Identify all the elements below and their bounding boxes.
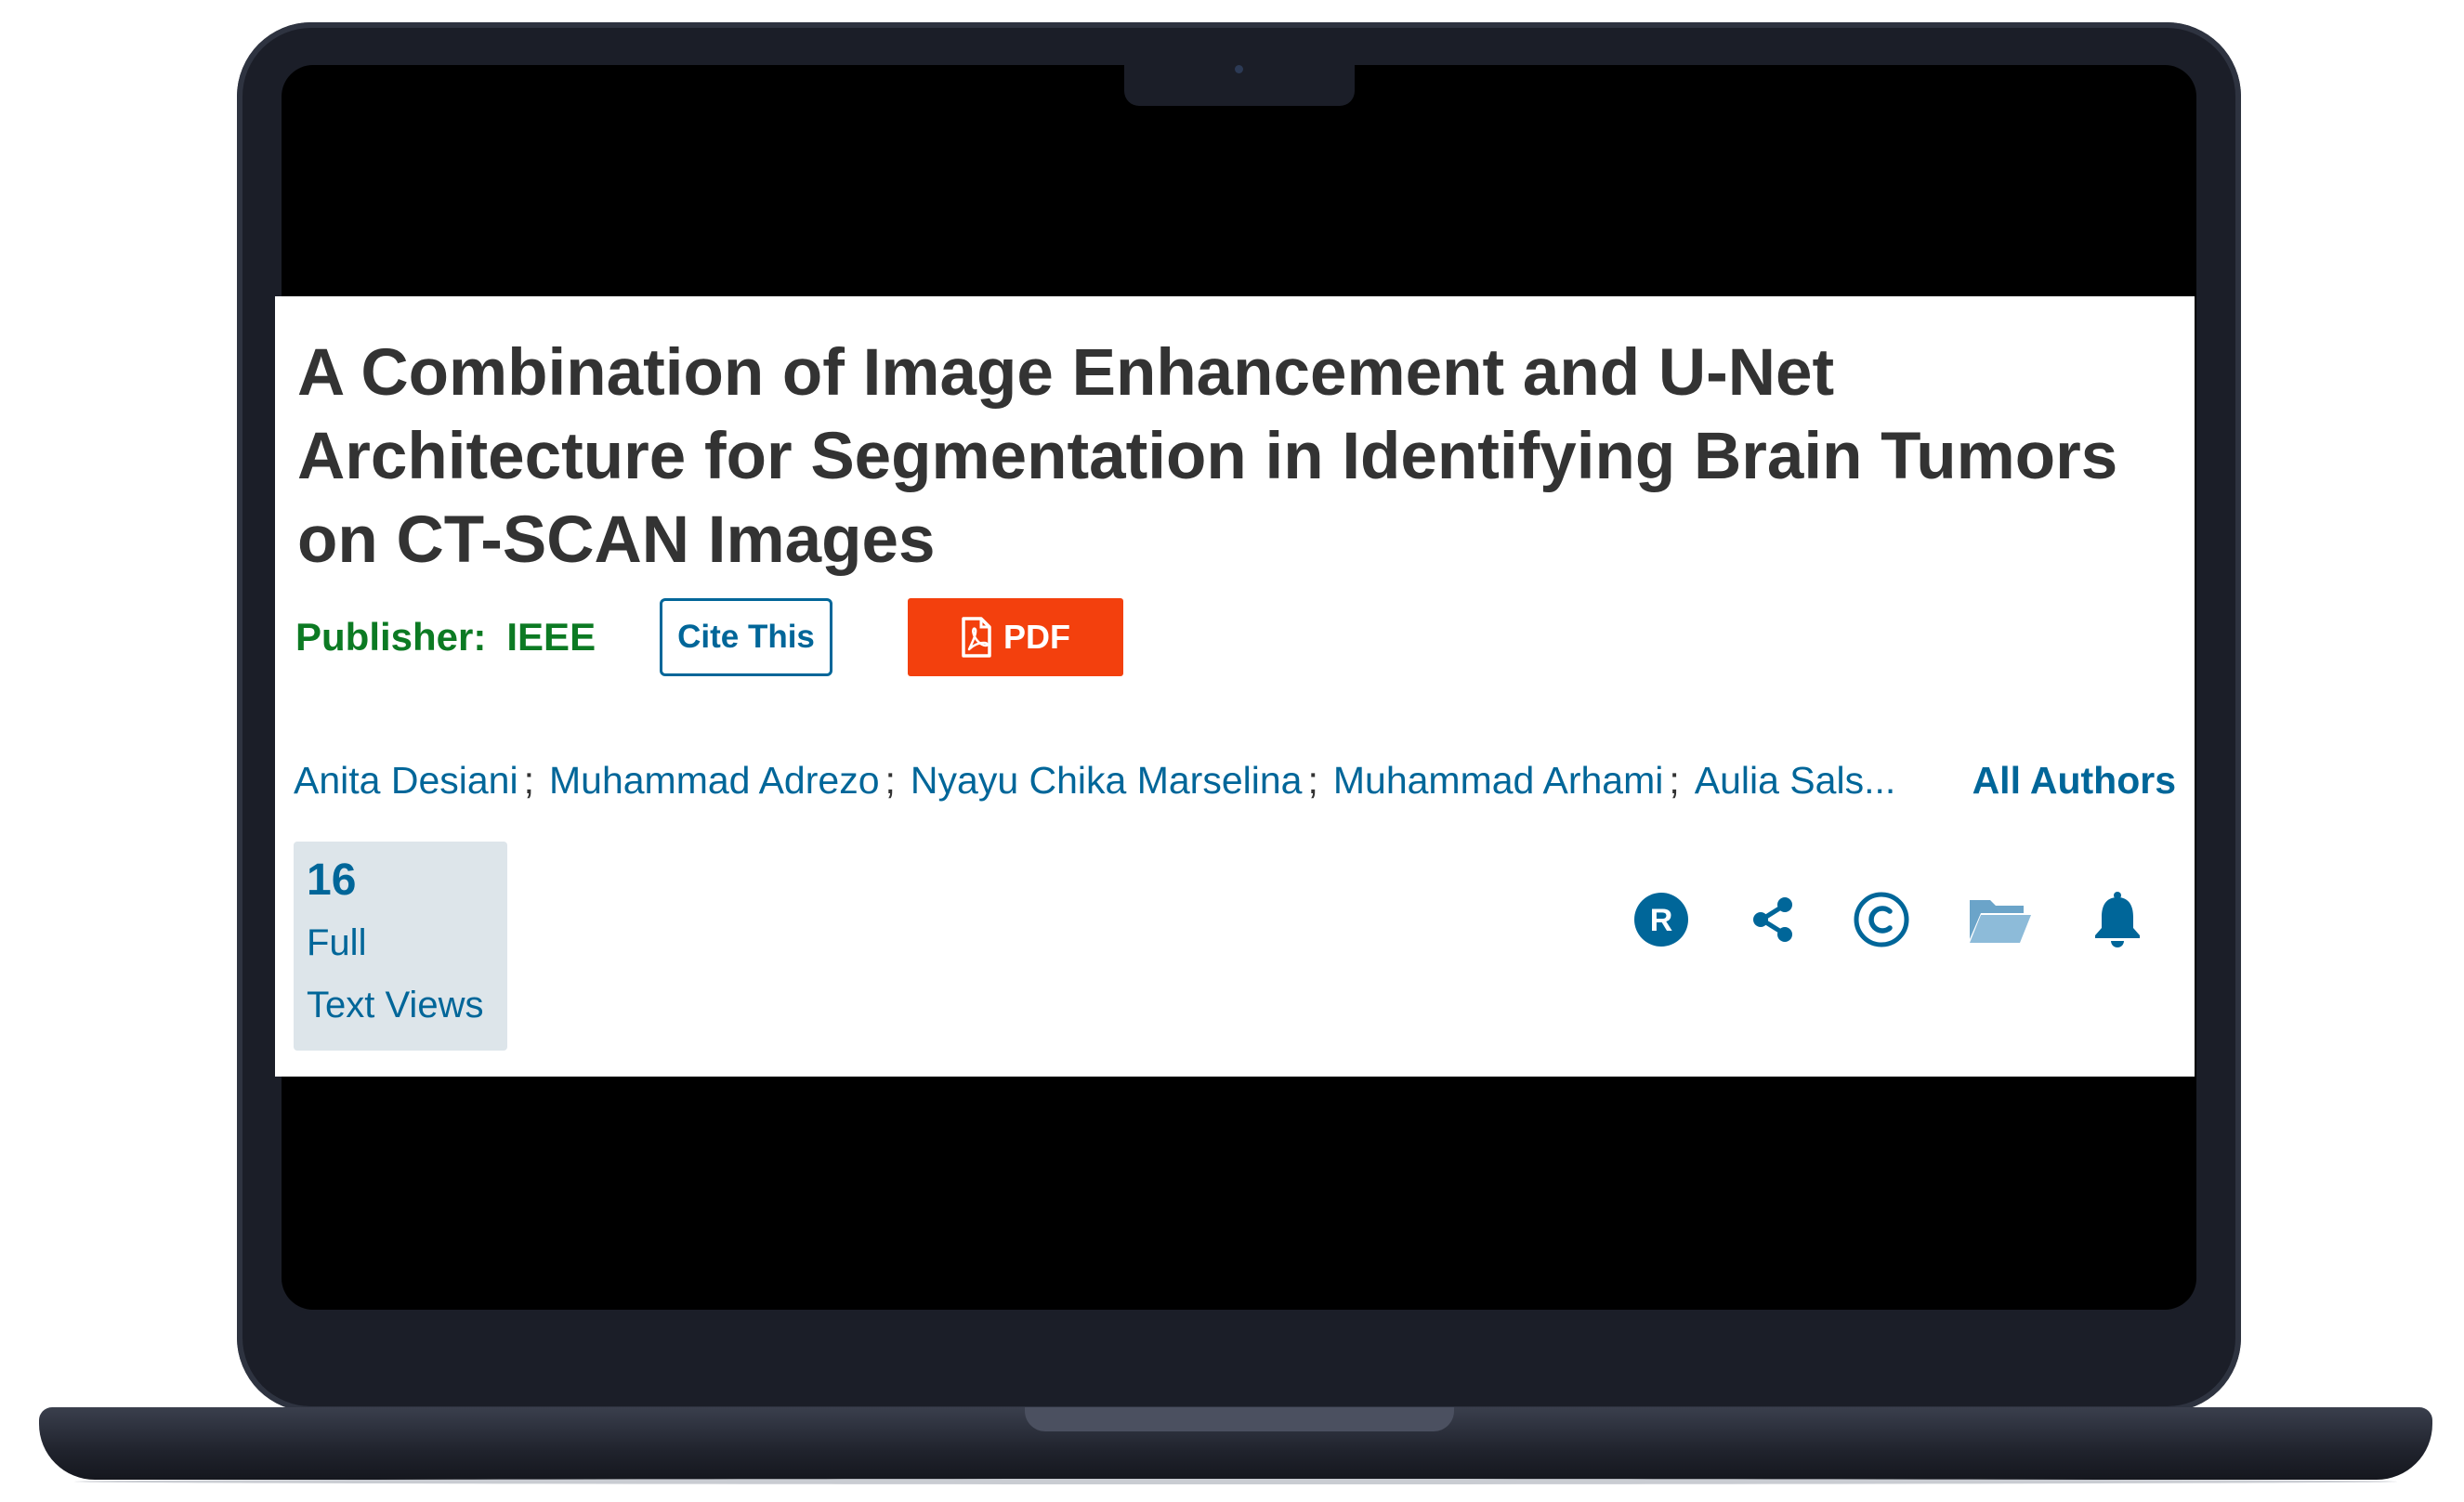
author-link[interactable]: Muhammad Arhami [1333, 759, 1663, 802]
pdf-button[interactable]: PDF [908, 598, 1123, 676]
publisher-info: Publisher: IEEE [295, 615, 596, 660]
full-text-views-metric[interactable]: 16 Full Text Views [294, 842, 507, 1051]
metric-label: Text Views [307, 985, 484, 1025]
publisher-name: IEEE [506, 615, 596, 659]
author-separator: ; [1307, 759, 1318, 802]
article-header: A Combination of Image Enhancement and U… [275, 296, 2195, 1077]
author-link[interactable]: Aulia Sals... [1695, 759, 1896, 802]
bell-icon[interactable] [2084, 886, 2151, 953]
author-link[interactable]: Nyayu Chika Marselina [911, 759, 1303, 802]
metric-count: 16 [307, 855, 357, 905]
copyright-icon[interactable] [1848, 886, 1915, 953]
author-separator: ; [1669, 759, 1680, 802]
laptop-base-groove [1025, 1407, 1454, 1431]
author-separator: ; [885, 759, 896, 802]
all-authors-link[interactable]: All Authors [1973, 759, 2176, 803]
webcam-icon [1235, 65, 1243, 73]
laptop-shadow [74, 1479, 2397, 1484]
metric-label: Full [307, 922, 367, 963]
rights-r-icon[interactable]: R [1628, 886, 1695, 953]
author-separator: ; [523, 759, 534, 802]
author-link[interactable]: Anita Desiani [294, 759, 518, 802]
article-title: A Combination of Image Enhancement and U… [297, 336, 2118, 577]
author-link[interactable]: Muhammad Adrezo [549, 759, 880, 802]
share-icon[interactable] [1739, 886, 1806, 953]
cite-this-button[interactable]: Cite This [660, 598, 832, 676]
publisher-label: Publisher: [295, 615, 487, 659]
pdf-file-icon [961, 617, 992, 658]
pdf-button-label: PDF [1003, 618, 1070, 656]
svg-text:R: R [1650, 903, 1673, 938]
folder-icon[interactable] [1967, 886, 2034, 953]
author-list: Anita Desiani; Muhammad Adrezo; Nyayu Chik… [294, 759, 1947, 803]
